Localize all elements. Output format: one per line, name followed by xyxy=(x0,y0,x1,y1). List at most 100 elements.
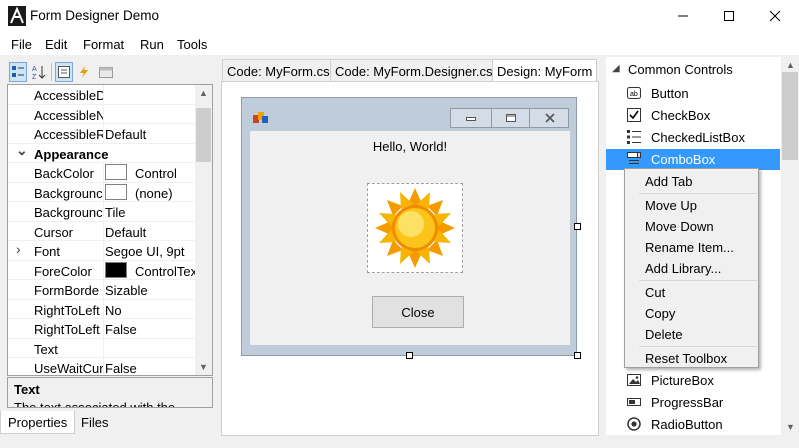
collapse-category-icon[interactable]: ⌄ xyxy=(16,142,28,159)
scroll-down-arrow-icon[interactable]: ▼ xyxy=(199,362,208,372)
property-divider xyxy=(103,163,104,182)
property-divider xyxy=(103,241,104,260)
toolbox-item-combobox[interactable]: ComboBox xyxy=(606,149,780,170)
ctx-move-down[interactable]: Move Down xyxy=(645,219,714,234)
property-value[interactable]: ControlTex xyxy=(135,264,197,279)
tab-code-myform-designer[interactable]: Code: MyForm.Designer.cs xyxy=(330,59,498,81)
combobox-icon xyxy=(626,151,642,167)
property-divider xyxy=(103,221,104,241)
categorized-view-icon[interactable] xyxy=(9,62,27,82)
toolbox-item-checkedlistbox[interactable]: CheckedListBox xyxy=(606,127,780,148)
events-lightning-icon[interactable] xyxy=(75,62,93,82)
property-row[interactable]: Backgrounc Tile xyxy=(8,202,196,222)
ctx-cut[interactable]: Cut xyxy=(645,285,665,300)
property-name: FormBorde xyxy=(34,283,100,298)
property-row[interactable]: ForeColor ControlTex xyxy=(8,260,197,280)
property-name: RightToLeft xyxy=(34,302,100,318)
property-row[interactable]: RightToLeft False xyxy=(8,319,196,339)
svg-text:ab: ab xyxy=(630,91,638,98)
ctx-delete[interactable]: Delete xyxy=(645,327,683,342)
property-row[interactable]: AccessibleD xyxy=(8,85,196,105)
property-row[interactable]: › Font Segoe UI, 9pt xyxy=(8,241,196,261)
property-value[interactable]: False xyxy=(105,322,196,337)
property-name: Font xyxy=(34,244,61,259)
minimize-button[interactable] xyxy=(660,0,706,32)
property-name: AccessibleN xyxy=(34,107,104,123)
property-divider xyxy=(103,358,104,375)
toolbox-item-button[interactable]: ab Button xyxy=(606,83,780,104)
menu-tools[interactable]: Tools xyxy=(177,37,207,52)
property-value[interactable]: Default xyxy=(105,225,196,240)
menu-format[interactable]: Format xyxy=(83,37,124,52)
property-category[interactable]: ⌄ Appearance xyxy=(8,142,196,163)
tab-properties[interactable]: Properties xyxy=(0,411,76,434)
maximize-button[interactable] xyxy=(706,0,752,32)
property-divider xyxy=(103,280,104,299)
toolbox-item-picturebox[interactable]: PictureBox xyxy=(606,370,780,391)
ctx-reset-toolbox[interactable]: Reset Toolbox xyxy=(645,351,727,366)
ctx-add-tab[interactable]: Add Tab xyxy=(645,174,692,189)
tab-code-myform[interactable]: Code: MyForm.cs xyxy=(222,59,335,81)
menu-edit[interactable]: Edit xyxy=(45,37,67,52)
property-value[interactable]: Segoe UI, 9pt xyxy=(105,244,196,259)
tab-design-myform[interactable]: Design: MyForm xyxy=(492,59,598,81)
ctx-move-up[interactable]: Move Up xyxy=(645,198,697,213)
property-value[interactable]: Default xyxy=(105,127,196,142)
property-row[interactable]: BackColor Control xyxy=(8,163,196,183)
property-name: ForeColor xyxy=(34,263,92,279)
close-window-button[interactable] xyxy=(752,0,798,32)
title-bar: Form Designer Demo xyxy=(0,0,799,33)
close-form-button[interactable]: Close xyxy=(372,296,464,328)
property-name: AccessibleD xyxy=(34,88,104,103)
tab-files[interactable]: Files xyxy=(74,411,115,434)
property-value[interactable]: Sizable xyxy=(105,283,196,298)
scroll-up-arrow-icon[interactable]: ▲ xyxy=(199,88,208,98)
ctx-rename-item[interactable]: Rename Item... xyxy=(645,240,734,255)
description-text: The text associated with the xyxy=(14,400,176,408)
svg-text:Z: Z xyxy=(32,74,37,80)
toolbox-item-checkbox[interactable]: CheckBox xyxy=(606,105,780,126)
property-value[interactable]: False xyxy=(105,361,196,375)
toolbox-scroll-down-icon[interactable]: ▼ xyxy=(786,422,795,432)
expand-property-icon[interactable]: › xyxy=(16,241,21,257)
toolbox-item-progressbar[interactable]: ProgressBar xyxy=(606,392,780,413)
property-divider xyxy=(103,260,104,280)
toolbar-divider xyxy=(51,63,52,81)
property-row[interactable]: AccessibleN xyxy=(8,104,196,124)
properties-view-icon[interactable] xyxy=(55,62,73,82)
ctx-copy[interactable]: Copy xyxy=(645,306,675,321)
property-row[interactable]: UseWaitCur False xyxy=(8,358,196,375)
hello-label[interactable]: Hello, World! xyxy=(250,139,570,154)
toolbox-group-header[interactable]: Common Controls xyxy=(628,62,733,77)
sun-picturebox[interactable] xyxy=(367,183,463,273)
property-name: RightToLeft xyxy=(34,322,100,337)
toolbox-scroll-thumb[interactable] xyxy=(782,72,798,160)
resize-handle-bottom[interactable] xyxy=(406,352,413,359)
property-value[interactable]: Tile xyxy=(105,205,196,220)
property-row[interactable]: AccessibleR Default xyxy=(8,124,196,144)
property-row[interactable]: RightToLeft No xyxy=(8,299,196,319)
toolbox-item-radiobutton[interactable]: RadioButton xyxy=(606,414,780,435)
property-divider xyxy=(103,124,104,143)
property-row[interactable]: FormBorde Sizable xyxy=(8,280,196,300)
resize-handle-corner[interactable] xyxy=(574,352,581,359)
property-value[interactable]: Control xyxy=(135,166,197,181)
ctx-add-library[interactable]: Add Library... xyxy=(645,261,721,276)
alphabetical-sort-icon[interactable]: AZ xyxy=(30,62,48,82)
property-divider xyxy=(103,338,104,358)
toolbox-scroll-up-icon[interactable]: ▲ xyxy=(786,60,795,70)
property-row[interactable]: Text xyxy=(8,338,196,358)
collapse-group-icon[interactable]: ◢ xyxy=(612,63,620,74)
property-divider xyxy=(103,299,104,319)
property-row[interactable]: Cursor Default xyxy=(8,221,196,241)
property-grid-scroll-thumb[interactable] xyxy=(196,108,211,162)
property-value[interactable]: (none) xyxy=(135,186,197,201)
menu-run[interactable]: Run xyxy=(140,37,164,52)
property-name: Backgrounc xyxy=(34,185,103,201)
property-value[interactable]: No xyxy=(105,303,196,318)
resize-handle-right[interactable] xyxy=(574,223,581,230)
property-pages-icon[interactable] xyxy=(96,62,116,82)
menu-file[interactable]: File xyxy=(11,37,32,52)
property-row[interactable]: Backgrounc (none) xyxy=(8,182,197,202)
toolbox-context-menu: Add Tab Move Up Move Down Rename Item...… xyxy=(624,168,759,368)
